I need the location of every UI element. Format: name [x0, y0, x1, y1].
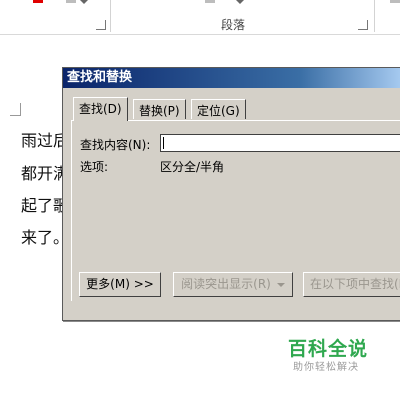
font-dialog-launcher-icon[interactable]: [96, 20, 106, 30]
dialog-title[interactable]: 查找和替换: [63, 68, 400, 88]
find-what-label: 查找内容(N):: [80, 138, 151, 152]
ribbon-divider: [374, 0, 375, 32]
options-value: 区分全/半角: [160, 160, 225, 174]
tab-replace[interactable]: 替换(P): [133, 99, 186, 119]
reading-highlight-label: 阅读突出显示(R): [181, 277, 271, 291]
tab-goto[interactable]: 定位(G): [191, 99, 246, 119]
paragraph-dialog-launcher-icon[interactable]: [358, 20, 368, 30]
tab-find[interactable]: 查找(D): [73, 97, 128, 121]
chevron-down-icon[interactable]: [80, 0, 88, 4]
watermark-logo-title: 百科全说: [288, 338, 369, 360]
ribbon-divider: [110, 0, 111, 32]
find-what-input[interactable]: [160, 134, 400, 152]
font-color-indicator[interactable]: [33, 0, 43, 3]
watermark-logo-subtitle: 助你轻松解决: [293, 362, 359, 373]
ribbon-button[interactable]: [66, 0, 76, 3]
find-replace-dialog: 查找和替换 查找(D) 替换(P) 定位(G) 查找内容(N): 选项: 区分全…: [62, 67, 400, 321]
ribbon-group-label-paragraph: 段落: [221, 18, 246, 32]
ribbon: 段落: [0, 0, 400, 35]
margin-corner-mark: [10, 103, 21, 116]
more-button[interactable]: 更多(M) >>: [79, 272, 161, 297]
ribbon-button[interactable]: [205, 0, 215, 3]
find-in-button[interactable]: 在以下项中查找(I): [303, 272, 400, 297]
chevron-down-icon[interactable]: [236, 0, 244, 4]
reading-highlight-button[interactable]: 阅读突出显示(R): [173, 272, 293, 297]
options-label: 选项:: [80, 160, 109, 174]
ribbon-button[interactable]: [390, 0, 400, 3]
chevron-down-icon: [276, 282, 285, 287]
text-caret: [163, 137, 164, 149]
